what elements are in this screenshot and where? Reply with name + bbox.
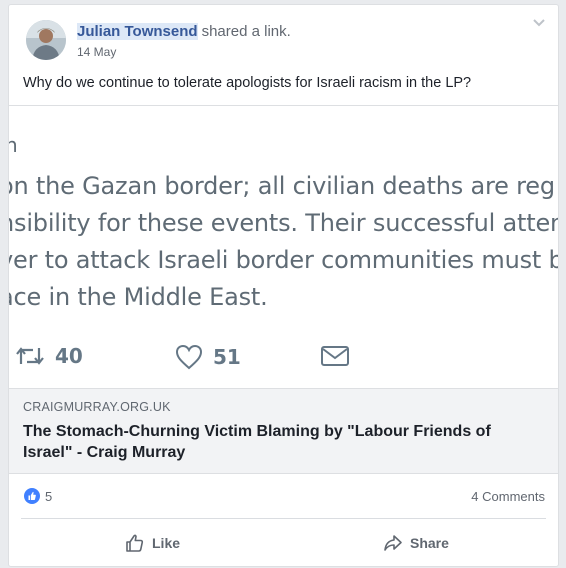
post-stats: 5 4 Comments (9, 474, 558, 518)
post-date[interactable]: 14 May (77, 45, 116, 59)
comments-count[interactable]: 4 Comments (471, 489, 545, 504)
share-button-label: Share (410, 535, 449, 551)
thumbs-up-icon (126, 534, 144, 552)
reaction-count[interactable]: 5 (45, 489, 52, 504)
like-reaction-icon[interactable] (24, 488, 40, 504)
author-name[interactable]: Julian Townsend (77, 23, 198, 40)
tweet-text-line: on the Gazan border; all civilian deaths… (9, 172, 555, 200)
tweet-like-count: 51 (213, 345, 241, 369)
heart-icon (175, 344, 203, 370)
like-button-label: Like (152, 535, 181, 551)
share-arrow-icon (384, 535, 402, 551)
tweet-text-line: nsibility for these events. Their succes… (9, 209, 558, 237)
avatar[interactable] (26, 20, 66, 60)
post-message: Why do we continue to tolerate apologist… (23, 75, 472, 91)
link-domain: CRAIGMURRAY.ORG.UK (23, 400, 171, 414)
envelope-icon (321, 346, 349, 366)
post-actions: Like Share (9, 519, 558, 566)
tweet-like-button[interactable]: 51 (175, 344, 241, 370)
post-card: Julian Townsend shared a link. 14 May Why… (8, 4, 559, 567)
share-button[interactable]: Share (383, 529, 449, 557)
link-title[interactable]: The Stomach-Churning Victim Blaming by "… (23, 421, 543, 463)
author-line: Julian Townsend shared a link. (77, 23, 291, 40)
tweet-text-line: ver to attack Israeli border communities… (9, 246, 558, 274)
post-header: Julian Townsend shared a link. 14 May (9, 5, 558, 65)
embedded-tweet-image[interactable]: h on the Gazan border; all civilian deat… (9, 105, 558, 389)
link-preview[interactable]: CRAIGMURRAY.ORG.UK The Stomach-Churning … (9, 388, 558, 474)
retweet-icon (16, 347, 44, 365)
like-button[interactable]: Like (125, 529, 180, 557)
tweet-text-line: ace in the Middle East. (9, 283, 268, 311)
retweet-button[interactable]: 40 (15, 344, 83, 368)
tweet-dm-button[interactable] (320, 344, 350, 368)
retweet-count: 40 (55, 344, 83, 368)
tweet-text-line: h (9, 133, 18, 157)
chevron-down-icon[interactable] (532, 18, 546, 28)
post-action-text: shared a link. (201, 23, 291, 40)
